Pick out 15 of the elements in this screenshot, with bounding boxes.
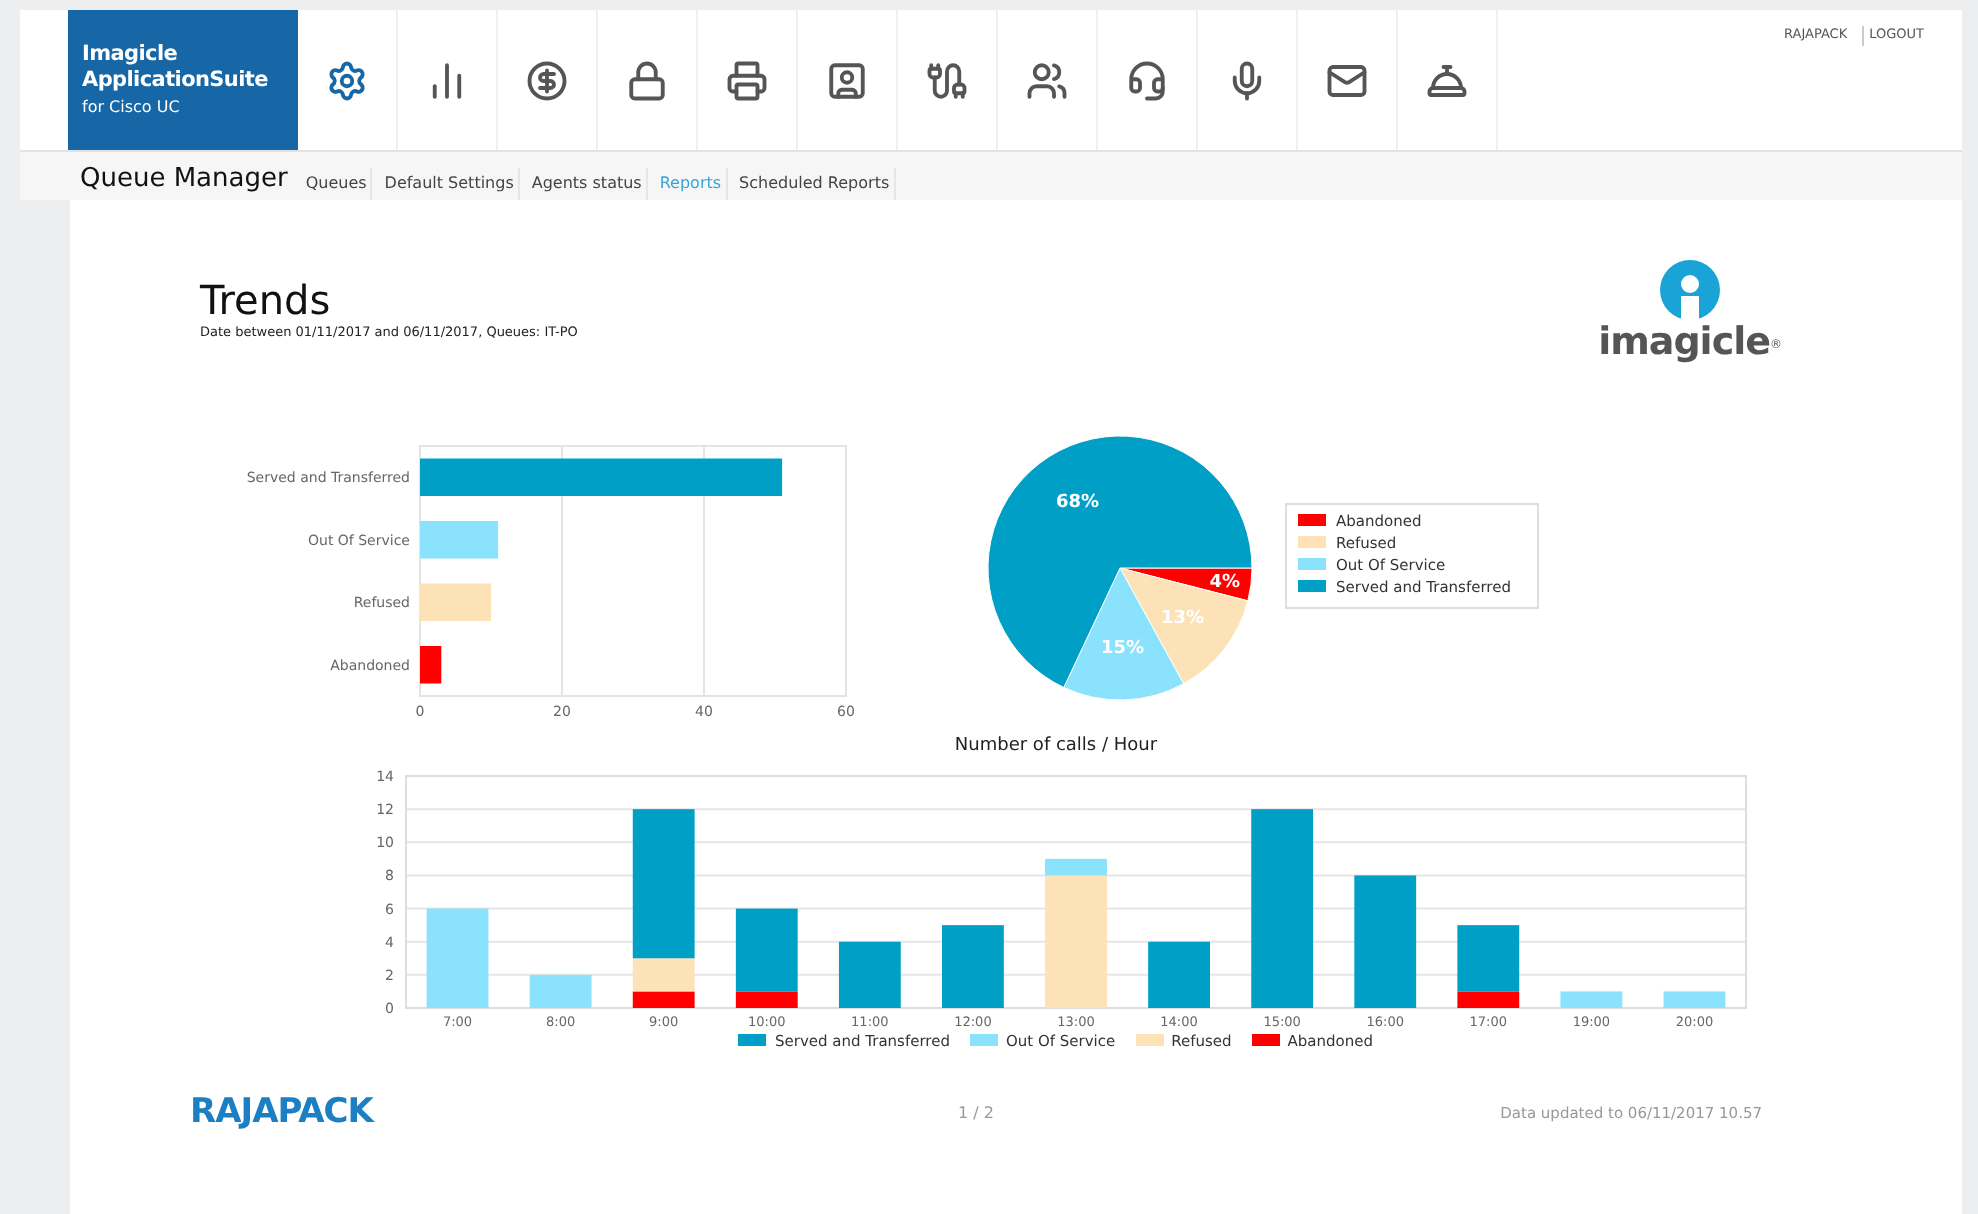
app-logo[interactable]: Imagicle ApplicationSuite for Cisco UC — [68, 10, 298, 150]
data-label: 68% — [1056, 493, 1100, 514]
section-title: Queue Manager — [80, 162, 288, 198]
logo-title: Imagicle — [82, 41, 180, 67]
page-number: 1 / 2 — [958, 1101, 994, 1125]
brand-name: imagicle — [1598, 320, 1770, 364]
data-label: 13% — [1161, 608, 1205, 629]
footer-logo: RAJAPACK — [190, 1089, 377, 1136]
logo-subtitle: for Cisco UC — [82, 95, 182, 119]
logo-title: ApplicationSuite — [82, 67, 270, 93]
data-label: 15% — [1100, 639, 1145, 660]
person-icon — [1660, 260, 1721, 320]
data-label: 4% — [1209, 573, 1241, 594]
report-title: Trends — [200, 276, 333, 324]
chart-title: Number of calls / Hour — [954, 734, 1158, 760]
